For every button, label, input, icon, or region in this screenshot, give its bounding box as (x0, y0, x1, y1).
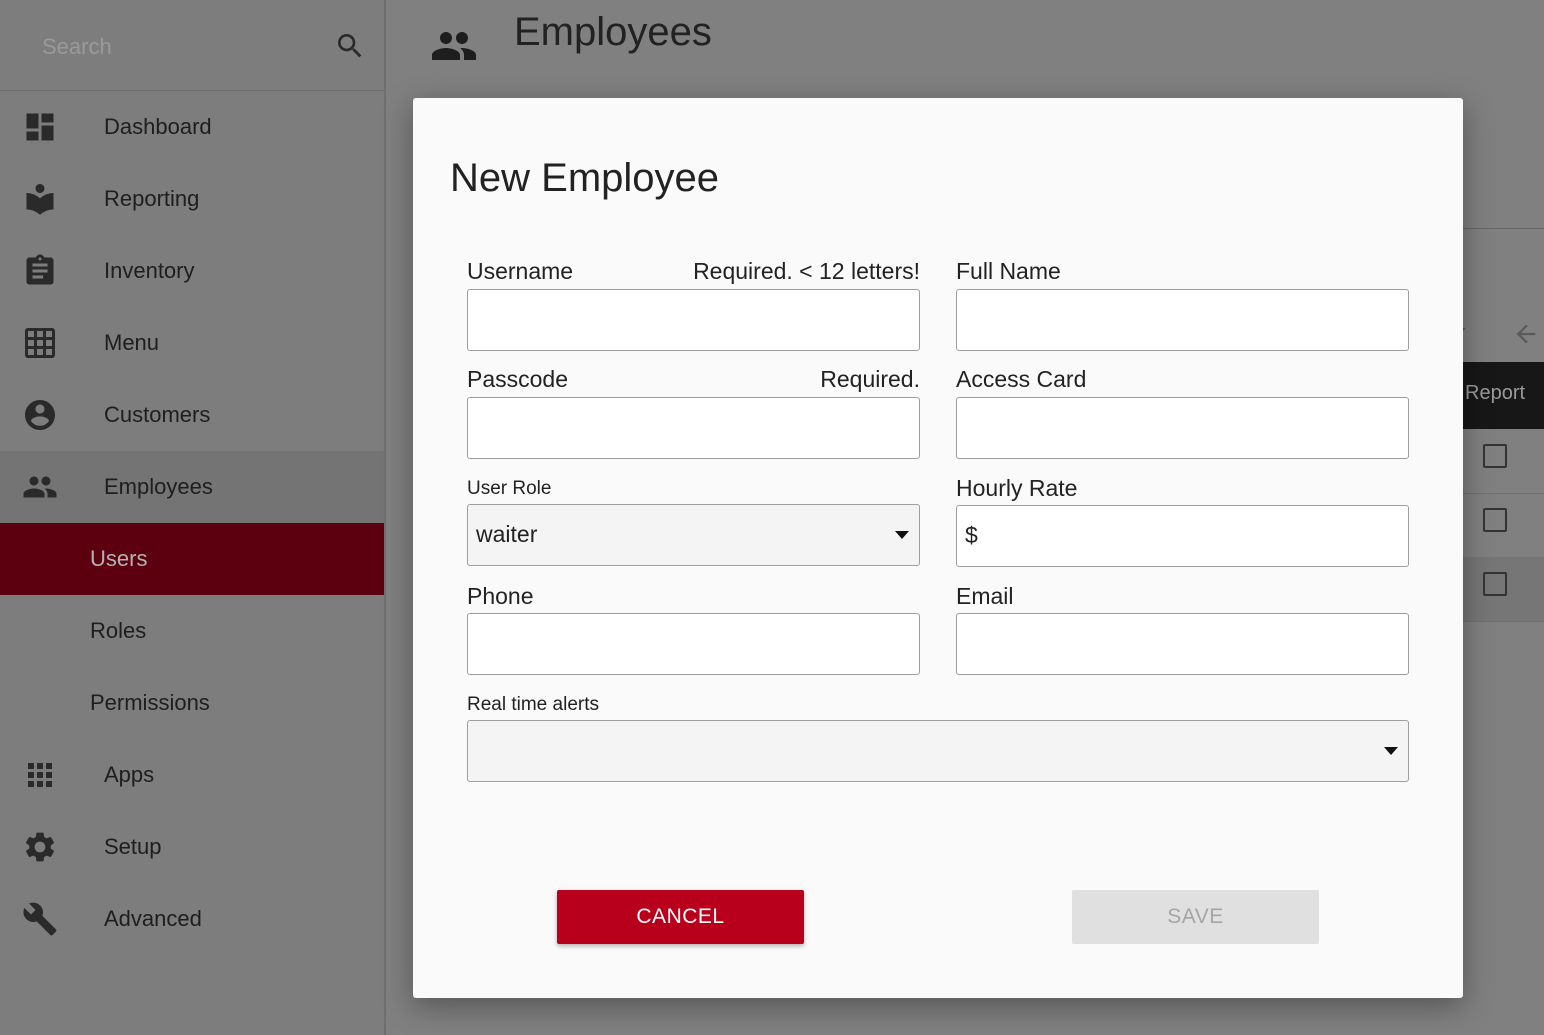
real-time-alerts-field-group: Real time alerts (467, 690, 1409, 782)
passcode-input[interactable] (467, 397, 920, 459)
sidebar-item-label: Advanced (104, 906, 202, 931)
email-input[interactable] (956, 613, 1409, 675)
cancel-button[interactable]: CANCEL (557, 890, 804, 944)
sidebar-item-label: Roles (90, 618, 147, 643)
report-column-header: Report (1465, 382, 1526, 404)
table-row (1463, 429, 1544, 494)
page-title: Employees (514, 10, 712, 54)
sidebar-item-roles[interactable]: Roles (0, 595, 384, 667)
sidebar-item-customers[interactable]: Customers (0, 379, 384, 451)
sidebar-item-label: Permissions (90, 690, 210, 715)
dropdown-caret-icon (1384, 747, 1398, 755)
table-row (1463, 557, 1544, 622)
full-name-field-group: Full Name (956, 256, 1409, 351)
dropdown-caret-icon (895, 531, 909, 539)
username-label: Username Required. < 12 letters! (467, 256, 920, 286)
search-input[interactable] (40, 28, 314, 66)
checkbox[interactable] (1483, 508, 1507, 532)
search-bar (0, 0, 384, 91)
email-field-group: Email (956, 581, 1409, 675)
phone-input[interactable] (467, 613, 920, 675)
checkbox[interactable] (1483, 572, 1507, 596)
passcode-hint: Required. (820, 366, 920, 392)
sidebar-item-dashboard[interactable]: Dashboard (0, 91, 384, 163)
email-label: Email (956, 583, 1014, 609)
sidebar-item-users[interactable]: Users (0, 523, 384, 595)
sidebar-item-apps[interactable]: Apps (0, 739, 384, 811)
dashboard-icon (22, 109, 58, 145)
username-hint: Required. < 12 letters! (693, 258, 920, 284)
user-role-value: waiter (476, 521, 538, 547)
table-header: Report (1463, 362, 1544, 429)
sidebar-item-advanced[interactable]: Advanced (0, 883, 384, 955)
back-arrow-icon[interactable] (1512, 320, 1540, 353)
username-input[interactable] (467, 289, 920, 351)
sidebar-item-menu[interactable]: Menu (0, 307, 384, 379)
hourly-rate-field-group: Hourly Rate $ (956, 473, 1409, 567)
phone-field-group: Phone (467, 581, 920, 675)
hourly-rate-label: Hourly Rate (956, 475, 1078, 501)
sidebar-item-label: Dashboard (104, 114, 212, 139)
wrench-icon (22, 901, 58, 937)
checkbox[interactable] (1483, 444, 1507, 468)
reporting-icon (22, 181, 58, 217)
access-card-field-group: Access Card (956, 364, 1409, 459)
sidebar-item-setup[interactable]: Setup (0, 811, 384, 883)
people-icon (22, 469, 58, 505)
apps-icon (22, 757, 58, 793)
username-label-text: Username (467, 258, 574, 284)
gear-icon (22, 829, 58, 865)
real-time-alerts-select[interactable] (467, 720, 1409, 782)
passcode-label: Passcode Required. (467, 364, 920, 394)
phone-label: Phone (467, 583, 534, 609)
access-card-label: Access Card (956, 366, 1087, 392)
sidebar-item-employees[interactable]: Employees (0, 451, 384, 523)
sidebar-item-reporting[interactable]: Reporting (0, 163, 384, 235)
sidebar-item-permissions[interactable]: Permissions (0, 667, 384, 739)
sidebar-item-inventory[interactable]: Inventory (0, 235, 384, 307)
dialog-title: New Employee (450, 156, 720, 200)
sidebar-item-label: Reporting (104, 186, 200, 211)
username-field-group: Username Required. < 12 letters! (467, 256, 920, 351)
user-role-field-group: User Role waiter (467, 474, 920, 566)
access-card-input[interactable] (956, 397, 1409, 459)
passcode-label-text: Passcode (467, 366, 569, 392)
sidebar-item-label: Inventory (104, 258, 195, 283)
passcode-field-group: Passcode Required. (467, 364, 920, 459)
currency-prefix: $ (965, 522, 978, 548)
sidebar: Dashboard Reporting Inventory Menu Custo… (0, 0, 386, 1035)
sidebar-item-label: Setup (104, 834, 162, 859)
save-button[interactable]: SAVE (1072, 890, 1319, 944)
grid-icon (22, 325, 58, 361)
people-icon (430, 22, 478, 75)
full-name-input[interactable] (956, 289, 1409, 351)
new-employee-dialog: New Employee Username Required. < 12 let… (413, 98, 1463, 998)
sidebar-item-label: Menu (104, 330, 160, 355)
sidebar-item-label: Apps (104, 762, 155, 787)
real-time-alerts-label: Real time alerts (467, 694, 599, 715)
table-row (1463, 493, 1544, 558)
sidebar-item-label: Users (90, 546, 148, 571)
clipboard-icon (22, 253, 58, 289)
full-name-label: Full Name (956, 258, 1061, 284)
page-header: Employees (386, 0, 1544, 90)
search-icon[interactable] (334, 30, 366, 67)
user-role-select[interactable]: waiter (467, 504, 920, 566)
sidebar-item-label: Customers (104, 402, 211, 427)
divider (1463, 228, 1544, 229)
hourly-rate-input[interactable]: $ (956, 505, 1409, 567)
account-circle-icon (22, 397, 58, 433)
user-role-label: User Role (467, 478, 552, 499)
sidebar-item-label: Employees (104, 474, 213, 499)
